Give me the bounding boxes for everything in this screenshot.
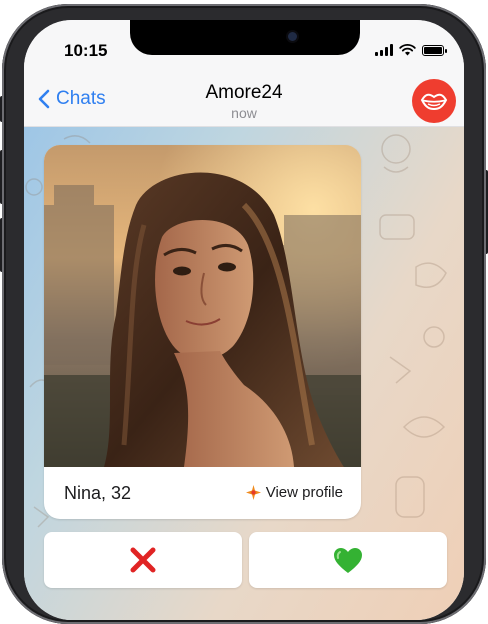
red-x-icon <box>130 547 156 573</box>
chat-status: now <box>231 105 257 121</box>
sparkle-icon <box>245 485 261 500</box>
view-profile-link[interactable]: View profile <box>245 484 343 501</box>
dynamic-island <box>130 20 360 55</box>
chat-title[interactable]: Amore24 <box>24 82 464 104</box>
phone-screen: 10:15 Chats Amore24 now Nina, 32 View pr… <box>24 20 464 620</box>
chat-background: Nina, 32 View profile <box>24 127 464 620</box>
wifi-icon <box>399 44 416 56</box>
status-bar: 10:15 <box>24 20 464 76</box>
lips-icon <box>420 93 448 111</box>
profile-photo[interactable] <box>44 145 361 467</box>
chat-avatar[interactable] <box>412 79 456 123</box>
battery-icon <box>422 44 447 56</box>
view-profile-label: View profile <box>265 484 343 501</box>
reject-button[interactable] <box>44 532 242 588</box>
status-icons <box>375 44 447 56</box>
portrait-image <box>44 145 361 467</box>
status-time: 10:15 <box>64 41 108 60</box>
signal-icon <box>375 44 393 56</box>
like-button[interactable] <box>249 532 447 588</box>
profile-card[interactable]: Nina, 32 View profile <box>44 145 361 519</box>
camera-icon <box>288 32 297 41</box>
profile-card-footer: Nina, 32 View profile <box>44 467 361 519</box>
profile-name-age: Nina, 32 <box>64 483 132 503</box>
green-heart-icon <box>334 547 362 573</box>
chat-header: Chats Amore24 now <box>24 76 464 127</box>
swipe-actions <box>44 532 447 588</box>
